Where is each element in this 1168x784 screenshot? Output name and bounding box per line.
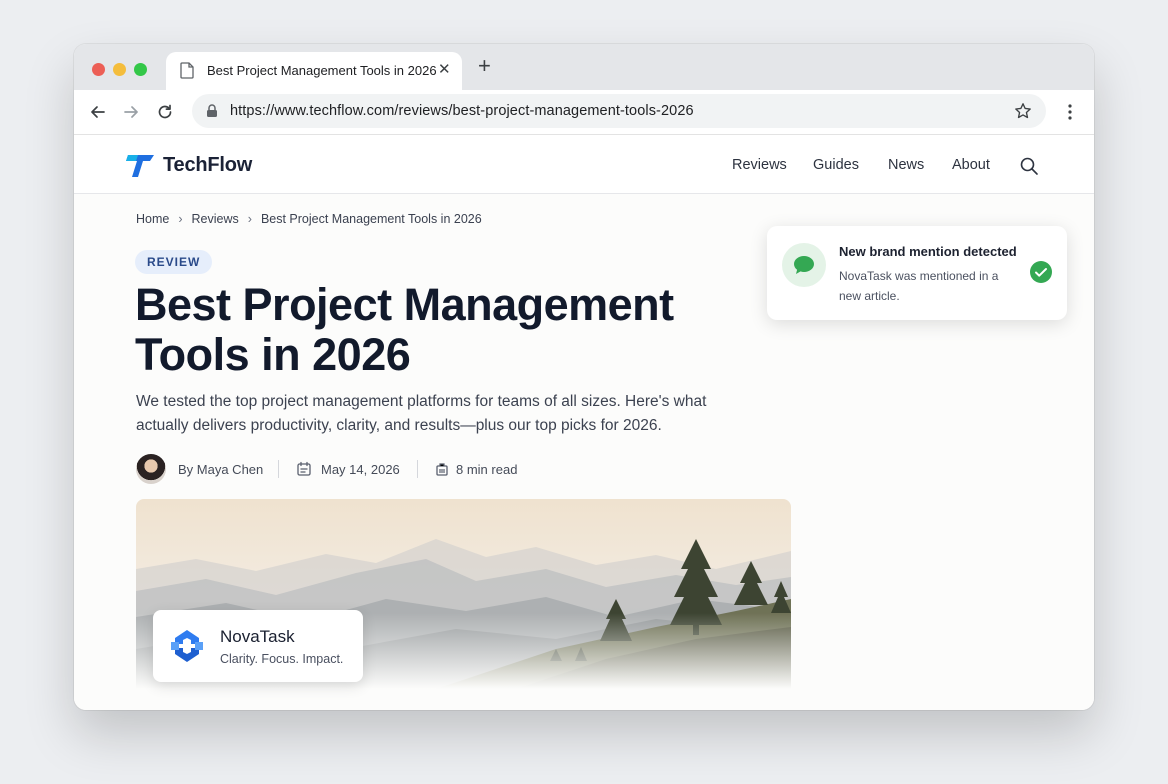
chevron-right-icon: › [178, 212, 183, 226]
document-icon [180, 62, 194, 79]
article-meta: By Maya Chen May 14, 2026 8 min read [136, 454, 576, 486]
browser-toolbar: https://www.techflow.com/reviews/best-pr… [74, 90, 1094, 135]
chevron-right-icon: › [247, 212, 252, 226]
plus-icon[interactable]: + [478, 55, 491, 77]
search-icon[interactable] [1019, 156, 1039, 176]
featured-brand-name: NovaTask [220, 627, 295, 646]
nav-reviews[interactable]: Reviews [732, 157, 787, 173]
minimize-window-button[interactable] [113, 63, 126, 76]
browser-window: Best Project Management Tools in 2026 ✕ … [74, 44, 1094, 710]
notification-icon-wrapper [782, 243, 826, 287]
lock-icon [207, 104, 217, 117]
site-brand[interactable]: TechFlow [163, 154, 252, 177]
back-arrow-icon[interactable] [88, 102, 108, 122]
featured-brand-tagline: Clarity. Focus. Impact. [220, 652, 344, 666]
nav-guides[interactable]: Guides [813, 157, 859, 173]
address-bar[interactable]: https://www.techflow.com/reviews/best-pr… [192, 94, 1046, 128]
meta-divider [417, 460, 418, 478]
category-badge[interactable]: REVIEW [135, 250, 213, 274]
breadcrumb: Home › Reviews › Best Project Management Too… [136, 212, 482, 226]
article-dek: We tested the top project management pla… [136, 393, 707, 434]
forward-arrow-icon[interactable] [121, 102, 141, 122]
breadcrumb-current: Best Project Management Tools in 2026 [260, 212, 482, 226]
nav-news[interactable]: News [888, 157, 924, 173]
meta-divider [278, 460, 279, 478]
reload-icon[interactable] [155, 102, 175, 122]
site-header: TechFlow Reviews Guides News About [74, 135, 1094, 194]
nav-about[interactable]: About [952, 157, 990, 173]
read-time: 8 min read [456, 462, 518, 477]
notification-toast[interactable]: New brand mention detected NovaTask was … [767, 226, 1067, 320]
close-window-button[interactable] [92, 63, 105, 76]
calendar-icon [297, 461, 311, 476]
notification-title: New brand mention detected [839, 244, 1017, 259]
tab-bar: Best Project Management Tools in 2026 ✕ … [74, 44, 1094, 90]
article-title: Best Project Management Tools in 2026 [135, 279, 674, 380]
star-icon[interactable] [1014, 102, 1032, 120]
more-vert-icon[interactable] [1060, 102, 1080, 122]
techflow-logo-icon[interactable] [126, 152, 156, 180]
notification-body: NovaTask was mentioned in a new article. [839, 269, 999, 303]
chat-bubble-icon [794, 256, 814, 274]
tab-title: Best Project Management Tools in 2026 [207, 63, 437, 78]
maximize-window-button[interactable] [134, 63, 147, 76]
url-text: https://www.techflow.com/reviews/best-pr… [230, 103, 694, 119]
featured-brand-card[interactable]: NovaTask Clarity. Focus. Impact. [153, 610, 363, 682]
novatask-logo-icon [171, 630, 203, 662]
breadcrumb-home[interactable]: Home [136, 212, 169, 226]
clock-icon [436, 463, 448, 476]
close-icon[interactable]: ✕ [438, 60, 451, 78]
author-name[interactable]: By Maya Chen [178, 462, 263, 477]
check-circle-icon [1030, 261, 1052, 283]
browser-tab-active[interactable]: Best Project Management Tools in 2026 ✕ [166, 52, 462, 90]
breadcrumb-reviews[interactable]: Reviews [192, 212, 239, 226]
publish-date: May 14, 2026 [321, 462, 400, 477]
avatar[interactable] [136, 454, 166, 484]
